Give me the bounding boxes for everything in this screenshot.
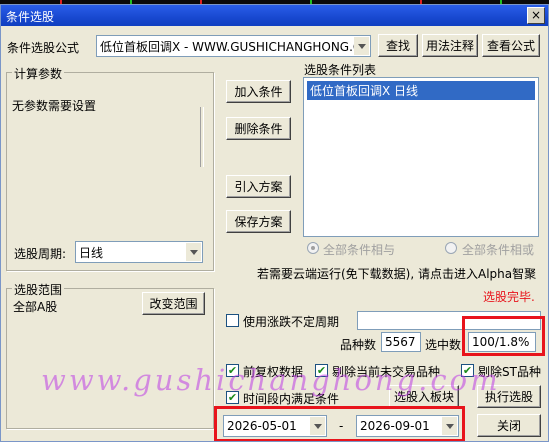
condition-list-title: 选股条件列表 [304,63,377,77]
chevron-down-icon [357,43,366,49]
or-radio[interactable] [445,242,457,254]
and-radio[interactable] [307,242,319,254]
adjusted-checkbox[interactable]: ✔ [226,364,239,377]
exclude-non-trading-checkbox[interactable]: ✔ [315,364,328,377]
close-button[interactable]: 关闭 [477,414,541,437]
exclude-st-checkbox[interactable]: ✔ [461,364,474,377]
time-range-checkbox[interactable]: ✔ [226,391,239,404]
scope-group-title: 选股范围 [12,281,65,298]
time-range-label: 时间段内满足条件 [243,392,340,406]
window-title: 条件选股 [6,10,55,24]
condition-list-item[interactable]: 低位首板回调X 日线 [307,81,535,100]
params-scrollbar[interactable] [200,107,204,167]
formula-select[interactable]: 低位首板回调X - WWW.GUSHICHANGHONG.COM [96,35,371,57]
usage-notes-button[interactable]: 用法注释 [422,34,478,57]
delete-condition-button[interactable]: 删除条件 [226,117,291,140]
condition-list[interactable]: 低位首板回调X 日线 [303,77,539,237]
count-value: 5567 [381,332,421,352]
add-condition-button[interactable]: 加入条件 [226,80,291,103]
title-bar: 条件选股 × [1,5,548,26]
status-text: 选股完毕. [483,290,535,304]
run-selection-button[interactable]: 执行选股 [477,385,541,408]
view-formula-button[interactable]: 查看公式 [482,34,540,57]
change-scope-button[interactable]: 改变范围 [142,292,205,315]
date-range-highlight-box [214,406,465,441]
save-scheme-button[interactable]: 保存方案 [226,210,291,233]
cloud-notice-link[interactable]: 若需要云端运行(免下载数据), 请点击进入Alpha智聚 [257,265,536,282]
selected-label: 选中数 [425,338,462,352]
count-label: 品种数 [340,338,377,352]
period-label: 选股周期: [14,247,67,261]
select-to-block-button[interactable]: 选股入板块 [389,385,459,408]
formula-dropdown-button[interactable] [354,37,369,55]
formula-select-value: 低位首板回调X - WWW.GUSHICHANGHONG.COM [100,39,355,54]
params-text: 无参数需要设置 [12,99,97,113]
params-group-title: 计算参数 [12,65,65,82]
stock-selection-dialog: 条件选股 × 条件选股公式 低位首板回调X - WWW.GUSHICHANGHO… [0,4,549,442]
find-button[interactable]: 查找 [378,34,418,57]
scope-value: 全部A股 [13,300,58,314]
period-dropdown-button[interactable] [186,243,201,261]
close-icon: × [530,8,542,22]
close-window-button[interactable]: × [527,7,545,24]
period-select-value: 日线 [79,245,104,260]
exclude-non-trading-label: 剔除当前未交易品种 [332,365,441,379]
selected-highlight-box [462,316,545,356]
exclude-st-label: 剔除ST品种 [478,365,541,379]
chevron-down-icon [189,249,198,255]
adjusted-label: 前复权数据 [243,365,304,379]
limit-cycle-label: 使用涨跌不定周期 [243,315,340,329]
period-select[interactable]: 日线 [75,241,203,263]
import-scheme-button[interactable]: 引入方案 [226,175,291,198]
and-radio-label: 全部条件相与 [323,243,396,257]
limit-cycle-checkbox[interactable] [226,314,239,327]
formula-label: 条件选股公式 [7,41,80,55]
or-radio-label: 全部条件相或 [462,243,535,257]
